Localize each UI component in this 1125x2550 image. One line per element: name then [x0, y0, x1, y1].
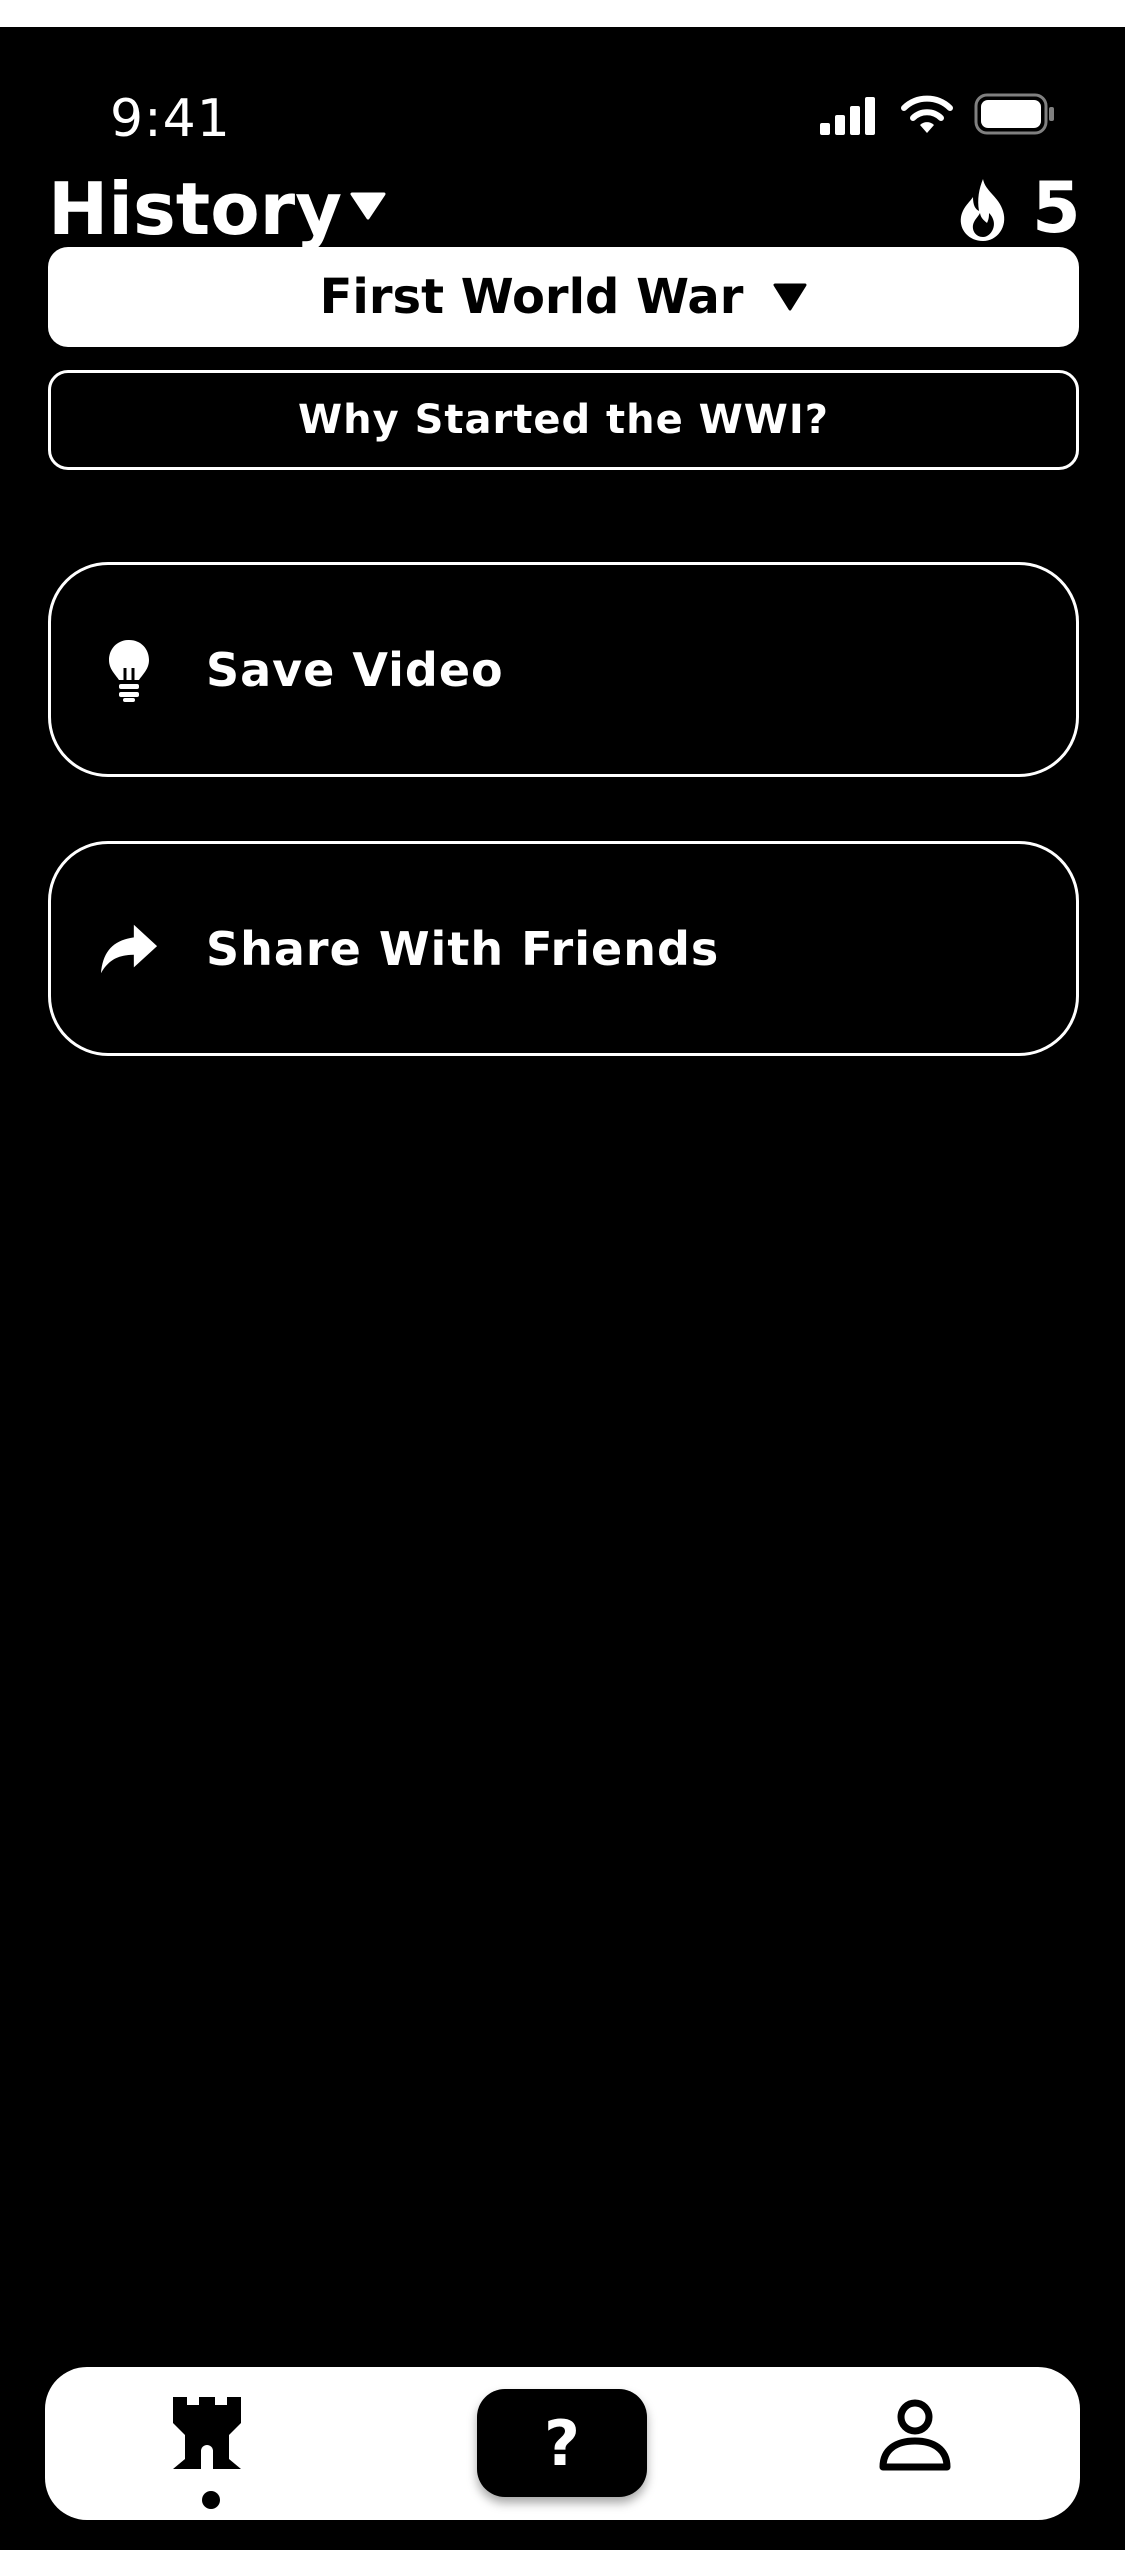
caret-down-icon[interactable]	[350, 192, 386, 220]
streak-count: 5	[1032, 167, 1081, 249]
topic-label: First World War	[319, 269, 744, 325]
tab-home[interactable]	[167, 2393, 247, 2493]
share-with-friends-button[interactable]: Share With Friends	[48, 841, 1079, 1056]
status-time: 9:41	[110, 89, 231, 149]
share-arrow-icon	[99, 919, 159, 979]
share-with-friends-label: Share With Friends	[206, 921, 720, 976]
page-title[interactable]: History	[48, 167, 342, 251]
tab-profile[interactable]	[875, 2397, 955, 2487]
subtopic-label: Why Started the WWI?	[297, 397, 830, 443]
wifi-icon	[901, 95, 953, 133]
caret-down-icon	[773, 283, 807, 311]
battery-icon	[974, 93, 1054, 135]
cellular-signal-icon	[820, 97, 875, 135]
active-tab-indicator	[202, 2491, 220, 2509]
castle-tower-icon	[173, 2397, 241, 2469]
save-video-button[interactable]: Save Video	[48, 562, 1079, 777]
user-icon	[879, 2399, 951, 2471]
topic-dropdown[interactable]: First World War	[48, 247, 1079, 347]
bottom-tab-bar: ?	[45, 2367, 1080, 2520]
save-video-label: Save Video	[206, 642, 504, 697]
question-mark-icon: ?	[544, 2406, 580, 2480]
lightbulb-icon	[99, 639, 159, 702]
tab-quiz[interactable]: ?	[477, 2389, 647, 2497]
app-screen: 9:41 History 5 First World War Why Start…	[0, 27, 1125, 2550]
flame-icon	[960, 179, 1005, 241]
subtopic-button[interactable]: Why Started the WWI?	[48, 370, 1079, 470]
